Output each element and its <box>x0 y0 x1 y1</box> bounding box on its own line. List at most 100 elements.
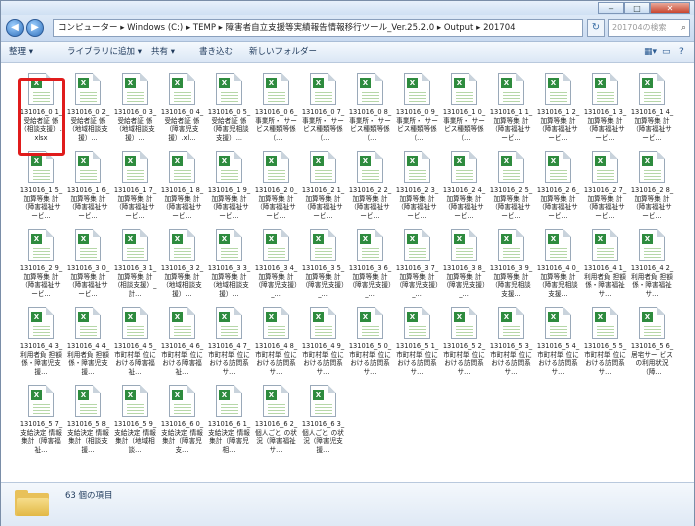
maximize-button[interactable]: □ <box>624 2 650 14</box>
excel-file-icon: X <box>122 73 148 105</box>
title-bar: ‒ □ ✕ <box>1 1 694 15</box>
file-name: 131016_5 4_市町村単 位における訪問系サ... <box>536 342 580 376</box>
explorer-window: ‒ □ ✕ ◀ ▶ コンピューター ▸ Windows (C:) ▸ TEMP … <box>0 0 695 526</box>
file-name: 131016_5 6_居宅サー ビスの利用状況（障... <box>630 342 674 376</box>
excel-file-icon: X <box>592 151 618 183</box>
excel-file-icon: X <box>498 151 524 183</box>
file-name: 131016_1 0_事業所・ サービス種類等係（... <box>442 108 486 142</box>
minimize-button[interactable]: ‒ <box>598 2 624 14</box>
back-button[interactable]: ◀ <box>6 19 24 37</box>
excel-file-icon: X <box>216 307 242 339</box>
search-input[interactable]: 201704の検索 ⌕ <box>608 19 690 37</box>
excel-file-icon: X <box>28 307 54 339</box>
file-name: 131016_1 2_加算等集 計（障害福祉サービ... <box>536 108 580 142</box>
file-item[interactable]: X 131016_5 8_支給決定 情報集計（相談支援... <box>66 385 110 477</box>
excel-file-icon: X <box>122 151 148 183</box>
file-name: 131016_1 3_加算等集 計（障害福祉サービ... <box>583 108 627 142</box>
file-name: 131016_4 8_市町村単 位における訪問系サ... <box>254 342 298 376</box>
file-name: 131016_4 0_加算等集 計（障害児相談支援... <box>536 264 580 298</box>
address-row: ◀ ▶ コンピューター ▸ Windows (C:) ▸ TEMP ▸ 障害者自… <box>1 15 694 42</box>
excel-file-icon: X <box>216 385 242 417</box>
file-item[interactable]: X 131016_5 2_市町村単 位における訪問系サ... <box>442 307 486 399</box>
file-item[interactable]: X 131016_6 1_支給決定 情報集計（障害児相... <box>207 385 251 477</box>
file-name: 131016_4 2_利用者負 担額係・障害福祉サ... <box>630 264 674 298</box>
excel-file-icon: X <box>357 229 383 261</box>
file-item[interactable]: X 131016_6 2_個人ごと の状況（障害福祉サ... <box>254 385 298 477</box>
file-name: 131016_5 2_市町村単 位における訪問系サ... <box>442 342 486 376</box>
file-name: 131016_3 5_加算等集 計（障害児支援）_... <box>301 264 345 298</box>
excel-file-icon: X <box>216 73 242 105</box>
preview-pane-icon[interactable]: ▭ <box>662 45 671 59</box>
file-item[interactable]: X 131016_5 1_市町村単 位における訪問系サ... <box>395 307 439 399</box>
refresh-icon[interactable]: ↻ <box>587 19 605 37</box>
command-bar: 整理 ▾ ライブラリに追加 ▾ 共有 ▾ 書き込む 新しいフォルダー ▦▾ ▭ … <box>1 42 694 63</box>
close-button[interactable]: ✕ <box>650 2 690 14</box>
file-name: 131016_2 8_加算等集 計（障害福祉サービ... <box>630 186 674 220</box>
view-options-icon[interactable]: ▦▾ <box>644 45 657 59</box>
file-name: 131016_0 9_事業所・ サービス種類等係（... <box>395 108 439 142</box>
file-name: 131016_1 4_加算等集 計（障害福祉サービ... <box>630 108 674 142</box>
file-item[interactable]: X 131016_5 9_支給決定 情報集計（地域相談... <box>113 385 157 477</box>
excel-file-icon: X <box>28 229 54 261</box>
file-name: 131016_6 3_個人ごと の状況（障害児支援... <box>301 420 345 454</box>
file-name: 131016_5 3_市町村単 位における訪問系サ... <box>489 342 533 376</box>
file-name: 131016_1 7_加算等集 計（障害福祉サービ... <box>113 186 157 220</box>
excel-file-icon: X <box>451 229 477 261</box>
file-name: 131016_5 8_支給決定 情報集計（相談支援... <box>66 420 110 454</box>
file-name: 131016_2 9_加算等集 計（障害福祉サービ... <box>19 264 63 298</box>
burn-button[interactable]: 書き込む <box>199 42 233 62</box>
organize-menu[interactable]: 整理 ▾ <box>9 42 33 62</box>
library-menu[interactable]: ライブラリに追加 ▾ <box>67 42 142 62</box>
excel-file-icon: X <box>357 73 383 105</box>
excel-file-icon: X <box>169 385 195 417</box>
excel-file-icon: X <box>404 307 430 339</box>
file-name: 131016_5 0_市町村単 位における訪問系サ... <box>348 342 392 376</box>
excel-file-icon: X <box>592 307 618 339</box>
forward-button[interactable]: ▶ <box>26 19 44 37</box>
excel-file-icon: X <box>216 229 242 261</box>
file-item[interactable]: X 131016_5 7_支給決定 情報集計（障害福祉... <box>19 385 63 477</box>
file-item[interactable]: X 131016_5 5_市町村単 位における訪問系サ... <box>583 307 627 399</box>
file-name: 131016_1 6_加算等集 計（障害福祉サービ... <box>66 186 110 220</box>
file-name: 131016_6 2_個人ごと の状況（障害福祉サ... <box>254 420 298 454</box>
excel-file-icon: X <box>169 73 195 105</box>
excel-file-icon: X <box>122 229 148 261</box>
file-item[interactable]: X 131016_6 0_支給決定 情報集計（障害児支... <box>160 385 204 477</box>
excel-file-icon: X <box>404 229 430 261</box>
file-name: 131016_5 5_市町村単 位における訪問系サ... <box>583 342 627 376</box>
search-icon: ⌕ <box>680 23 686 33</box>
excel-file-icon: X <box>404 151 430 183</box>
new-folder-button[interactable]: 新しいフォルダー <box>249 42 317 62</box>
file-item[interactable]: X 131016_6 3_個人ごと の状況（障害児支援... <box>301 385 345 477</box>
excel-file-icon: X <box>310 385 336 417</box>
excel-file-icon: X <box>545 151 571 183</box>
excel-file-icon: X <box>498 229 524 261</box>
excel-file-icon: X <box>498 73 524 105</box>
file-name: 131016_2 1_加算等集 計（障害福祉サービ... <box>301 186 345 220</box>
file-item[interactable]: X 131016_5 6_居宅サー ビスの利用状況（障... <box>630 307 674 399</box>
file-name: 131016_0 3_受給者証 係（地域相談支援）... <box>113 108 157 142</box>
excel-file-icon: X <box>263 151 289 183</box>
share-menu[interactable]: 共有 ▾ <box>151 42 175 62</box>
excel-file-icon: X <box>310 151 336 183</box>
file-item[interactable]: X 131016_5 3_市町村単 位における訪問系サ... <box>489 307 533 399</box>
excel-file-icon: X <box>75 229 101 261</box>
file-name: 131016_6 1_支給決定 情報集計（障害児相... <box>207 420 251 454</box>
address-bar[interactable]: コンピューター ▸ Windows (C:) ▸ TEMP ▸ 障害者自立支援等… <box>53 19 583 37</box>
excel-file-icon: X <box>75 385 101 417</box>
file-name: 131016_2 7_加算等集 計（障害福祉サービ... <box>583 186 627 220</box>
excel-file-icon: X <box>451 307 477 339</box>
help-icon[interactable]: ? <box>679 45 684 59</box>
file-name: 131016_1 5_加算等集 計（障害福祉サービ... <box>19 186 63 220</box>
file-name: 131016_1 1_加算等集 計（障害福祉サービ... <box>489 108 533 142</box>
file-name: 131016_4 1_利用者負 担額係・障害福祉サ... <box>583 264 627 298</box>
file-name: 131016_4 9_市町村単 位における訪問系サ... <box>301 342 345 376</box>
file-item[interactable]: X 131016_5 0_市町村単 位における訪問系サ... <box>348 307 392 399</box>
file-name: 131016_1 9_加算等集 計（障害福祉サービ... <box>207 186 251 220</box>
file-item[interactable]: X 131016_5 4_市町村単 位における訪問系サ... <box>536 307 580 399</box>
excel-file-icon: X <box>75 307 101 339</box>
excel-file-icon: X <box>639 151 665 183</box>
excel-file-icon: X <box>122 385 148 417</box>
file-name: 131016_0 5_受給者証 係（障害児相談支援）... <box>207 108 251 142</box>
excel-file-icon: X <box>263 385 289 417</box>
